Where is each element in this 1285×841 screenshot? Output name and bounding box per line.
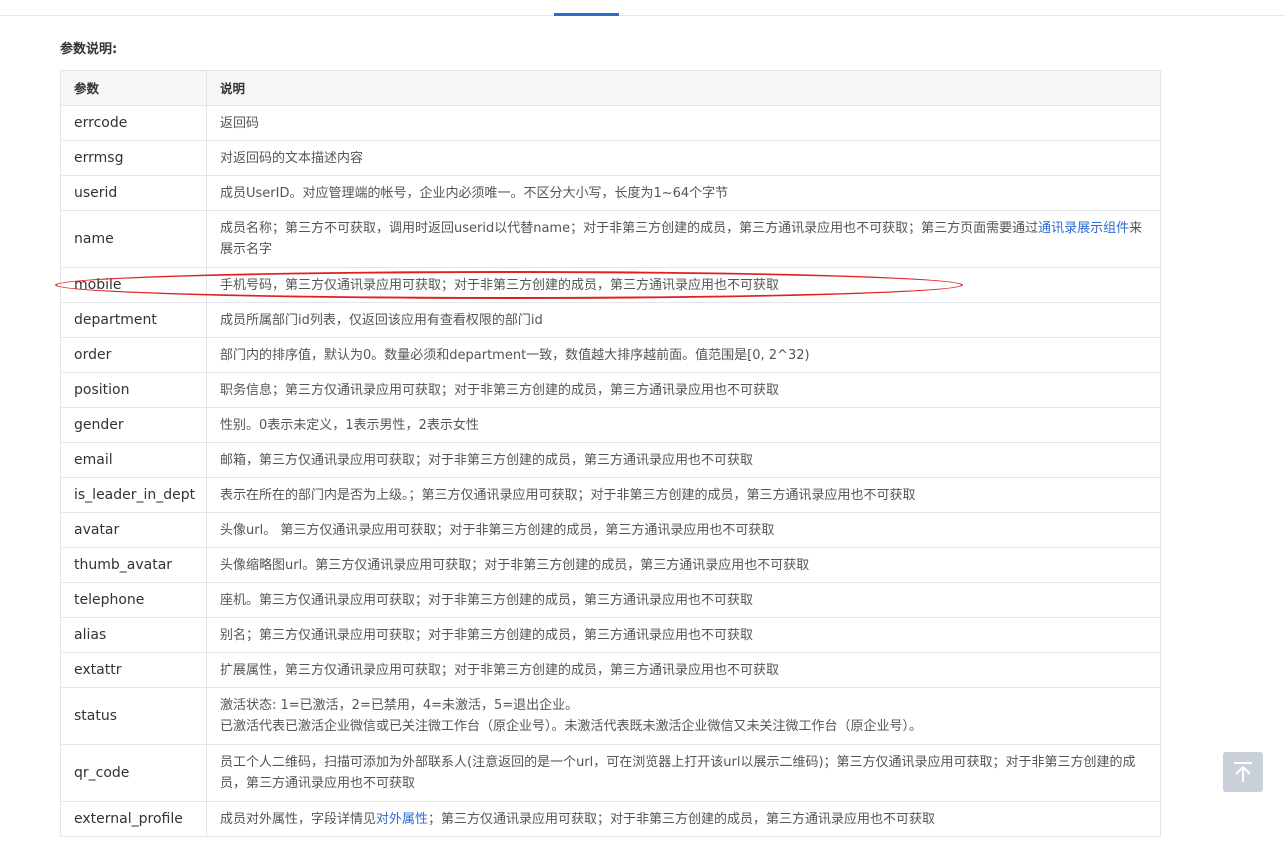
param-name: telephone <box>60 582 207 618</box>
table-row: avatar 头像url。 第三方仅通讯录应用可获取；对于非第三方创建的成员，第… <box>60 512 1161 548</box>
back-to-top-button[interactable] <box>1223 752 1263 792</box>
param-name: email <box>60 442 207 478</box>
param-desc: 激活状态: 1=已激活，2=已禁用，4=未激活，5=退出企业。已激活代表已激活企… <box>206 687 1161 745</box>
param-name: status <box>60 687 207 745</box>
param-desc: 扩展属性，第三方仅通讯录应用可获取；对于非第三方创建的成员，第三方通讯录应用也不… <box>206 652 1161 688</box>
param-name: qr_code <box>60 744 207 802</box>
table-row: gender 性别。0表示未定义，1表示男性，2表示女性 <box>60 407 1161 443</box>
desc-text: 成员名称；第三方不可获取，调用时返回userid以代替name；对于非第三方创建… <box>220 221 1039 236</box>
table-header-row: 参数 说明 <box>60 70 1161 106</box>
param-desc: 性别。0表示未定义，1表示男性，2表示女性 <box>206 407 1161 443</box>
param-name: userid <box>60 175 207 211</box>
param-desc: 部门内的排序值，默认为0。数量必须和department一致，数值越大排序越前面… <box>206 337 1161 373</box>
param-desc: 头像缩略图url。第三方仅通讯录应用可获取；对于非第三方创建的成员，第三方通讯录… <box>206 547 1161 583</box>
param-desc: 返回码 <box>206 105 1161 141</box>
param-name: errmsg <box>60 140 207 176</box>
table-row: alias 别名；第三方仅通讯录应用可获取；对于非第三方创建的成员，第三方通讯录… <box>60 617 1161 653</box>
table-row: qr_code 员工个人二维码，扫描可添加为外部联系人(注意返回的是一个url，… <box>60 744 1161 802</box>
table-row: order 部门内的排序值，默认为0。数量必须和department一致，数值越… <box>60 337 1161 373</box>
tab-bar-divider <box>0 15 1285 16</box>
header-desc: 说明 <box>206 70 1161 106</box>
table-row: errmsg 对返回码的文本描述内容 <box>60 140 1161 176</box>
param-name: errcode <box>60 105 207 141</box>
param-name: mobile <box>60 267 207 303</box>
table-row-mobile: mobile 手机号码，第三方仅通讯录应用可获取；对于非第三方创建的成员，第三方… <box>60 267 1161 303</box>
desc-text: ；第三方仅通讯录应用可获取；对于非第三方创建的成员，第三方通讯录应用也不可获取 <box>428 811 936 827</box>
param-desc: 对返回码的文本描述内容 <box>206 140 1161 176</box>
table-row: thumb_avatar 头像缩略图url。第三方仅通讯录应用可获取；对于非第三… <box>60 547 1161 583</box>
param-desc: 表示在所在的部门内是否为上级。；第三方仅通讯录应用可获取；对于非第三方创建的成员… <box>206 477 1161 513</box>
table-row: external_profile 成员对外属性，字段详情见对外属性；第三方仅通讯… <box>60 801 1161 837</box>
param-desc: 成员对外属性，字段详情见对外属性；第三方仅通讯录应用可获取；对于非第三方创建的成… <box>206 801 1161 837</box>
table-row: department 成员所属部门id列表，仅返回该应用有查看权限的部门id <box>60 302 1161 338</box>
param-name: alias <box>60 617 207 653</box>
table-row: position 职务信息；第三方仅通讯录应用可获取；对于非第三方创建的成员，第… <box>60 372 1161 408</box>
external-attr-link[interactable]: 对外属性 <box>376 812 428 827</box>
param-desc: 别名；第三方仅通讯录应用可获取；对于非第三方创建的成员，第三方通讯录应用也不可获… <box>206 617 1161 653</box>
param-desc: 职务信息；第三方仅通讯录应用可获取；对于非第三方创建的成员，第三方通讯录应用也不… <box>206 372 1161 408</box>
table-row: userid 成员UserID。对应管理端的帐号，企业内必须唯一。不区分大小写，… <box>60 175 1161 211</box>
param-desc: 成员名称；第三方不可获取，调用时返回userid以代替name；对于非第三方创建… <box>206 210 1161 268</box>
param-name: is_leader_in_dept <box>60 477 207 513</box>
param-name: gender <box>60 407 207 443</box>
param-desc: 邮箱，第三方仅通讯录应用可获取；对于非第三方创建的成员，第三方通讯录应用也不可获… <box>206 442 1161 478</box>
active-tab-indicator <box>554 13 619 16</box>
table-row: is_leader_in_dept 表示在所在的部门内是否为上级。；第三方仅通讯… <box>60 477 1161 513</box>
desc-line: 激活状态: 1=已激活，2=已禁用，4=未激活，5=退出企业。 <box>220 698 579 713</box>
param-desc: 员工个人二维码，扫描可添加为外部联系人(注意返回的是一个url，可在浏览器上打开… <box>206 744 1161 802</box>
param-desc: 座机。第三方仅通讯录应用可获取；对于非第三方创建的成员，第三方通讯录应用也不可获… <box>206 582 1161 618</box>
header-param: 参数 <box>60 70 207 106</box>
desc-text: 成员对外属性，字段详情见 <box>220 811 377 827</box>
param-desc: 成员所属部门id列表，仅返回该应用有查看权限的部门id <box>206 302 1161 338</box>
table-row: telephone 座机。第三方仅通讯录应用可获取；对于非第三方创建的成员，第三… <box>60 582 1161 618</box>
param-name: position <box>60 372 207 408</box>
param-name: avatar <box>60 512 207 548</box>
contact-component-link[interactable]: 通讯录展示组件 <box>1038 221 1129 236</box>
param-desc: 成员UserID。对应管理端的帐号，企业内必须唯一。不区分大小写，长度为1~64… <box>206 175 1161 211</box>
table-row: extattr 扩展属性，第三方仅通讯录应用可获取；对于非第三方创建的成员，第三… <box>60 652 1161 688</box>
table-row: name 成员名称；第三方不可获取，调用时返回userid以代替name；对于非… <box>60 210 1161 268</box>
param-name: name <box>60 210 207 268</box>
table-row: status 激活状态: 1=已激活，2=已禁用，4=未激活，5=退出企业。已激… <box>60 687 1161 745</box>
table-row: errcode 返回码 <box>60 105 1161 141</box>
param-name: thumb_avatar <box>60 547 207 583</box>
param-name: external_profile <box>60 801 207 837</box>
arrow-up-to-top-icon <box>1234 762 1252 782</box>
param-name: department <box>60 302 207 338</box>
params-table: 参数 说明 errcode 返回码 errmsg 对返回码的文本描述内容 use… <box>60 70 1161 837</box>
doc-page: 参数说明: 参数 说明 errcode 返回码 errmsg 对返回码的文本描述… <box>0 0 1285 841</box>
section-title: 参数说明: <box>60 42 118 57</box>
param-name: extattr <box>60 652 207 688</box>
param-desc: 手机号码，第三方仅通讯录应用可获取；对于非第三方创建的成员，第三方通讯录应用也不… <box>206 267 1161 303</box>
desc-line: 已激活代表已激活企业微信或已关注微工作台（原企业号）。未激活代表既未激活企业微信… <box>220 719 923 734</box>
table-row: email 邮箱，第三方仅通讯录应用可获取；对于非第三方创建的成员，第三方通讯录… <box>60 442 1161 478</box>
param-name: order <box>60 337 207 373</box>
param-desc: 头像url。 第三方仅通讯录应用可获取；对于非第三方创建的成员，第三方通讯录应用… <box>206 512 1161 548</box>
